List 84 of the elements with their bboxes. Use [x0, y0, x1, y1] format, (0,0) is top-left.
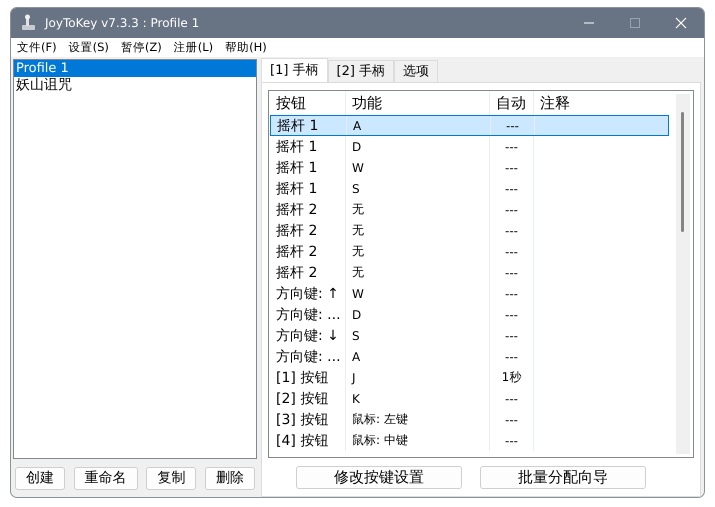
table-row[interactable]: 摇杆 1 S ---	[270, 178, 669, 199]
table-cell: 1秒	[489, 367, 533, 388]
table-cell: D	[345, 136, 489, 157]
action-button[interactable]: 批量分配向导	[480, 466, 646, 489]
table-cell: ---	[489, 220, 533, 241]
menu-item[interactable]: 文件(F)	[17, 40, 57, 55]
table-cell: 无	[345, 199, 489, 220]
table-cell-text: 摇杆 1	[275, 180, 318, 198]
table-row[interactable]: 方向键: ... A ---	[270, 346, 669, 367]
table-cell: 鼠标: 中键	[345, 430, 489, 451]
table-row[interactable]: 摇杆 2 无 ---	[270, 220, 669, 241]
profile-button[interactable]: 删除	[204, 466, 255, 490]
column-header[interactable]: 按钮	[270, 91, 345, 115]
table-cell: W	[345, 283, 489, 304]
table-cell: 无	[345, 241, 489, 262]
scrollbar[interactable]	[676, 94, 690, 454]
table-cell-text: 摇杆 2	[275, 222, 318, 240]
table-cell: S	[345, 325, 489, 346]
menu-item[interactable]: 注册(L)	[174, 40, 214, 55]
table-cell: D	[345, 304, 489, 325]
table-cell: ---	[489, 178, 533, 199]
table-cell: A	[346, 116, 490, 135]
tab[interactable]: [2] 手柄	[328, 60, 394, 82]
table-cell: 无	[345, 220, 489, 241]
table-cell: A	[345, 346, 489, 367]
menu-item[interactable]: 设置(S)	[68, 40, 109, 55]
table-cell: ---	[489, 409, 533, 430]
table-cell-text: [1] 按钮	[275, 368, 330, 388]
table-cell: ---	[489, 262, 533, 283]
joystick-icon	[19, 14, 37, 32]
table-cell-text: 摇杆 2	[275, 200, 318, 220]
table-row[interactable]: 摇杆 1 A ---	[270, 115, 669, 136]
table-cell: J	[345, 367, 489, 388]
table-cell-text: 方向键: ↓	[275, 326, 340, 346]
table-cell: ---	[489, 136, 533, 157]
table-cell: K	[345, 388, 489, 409]
table-cell: ---	[489, 199, 533, 220]
table-row[interactable]: 方向键: ↑ W ---	[270, 283, 669, 304]
table-cell: ---	[489, 241, 533, 262]
table-row[interactable]: 方向键: ... D ---	[270, 304, 669, 325]
table-cell: ---	[489, 430, 533, 451]
table-cell-text: 摇杆 2	[275, 242, 318, 262]
action-button[interactable]: 修改按键设置	[296, 466, 462, 489]
profile-item[interactable]: 妖山诅咒	[14, 77, 256, 94]
table-row[interactable]: [2] 按钮 K ---	[270, 388, 669, 409]
table-cell-text: 摇杆 1	[276, 116, 320, 135]
table-cell: S	[345, 178, 489, 199]
table-cell-text: [4] 按钮	[275, 432, 330, 450]
table-cell-text: 方向键: ...	[275, 348, 342, 366]
tab[interactable]: 选项	[394, 60, 438, 82]
table-row[interactable]: 摇杆 1 W ---	[270, 157, 669, 178]
table-cell-text: [3] 按钮	[275, 410, 330, 430]
menu-item[interactable]: 帮助(H)	[225, 40, 267, 55]
table-cell: ---	[489, 157, 533, 178]
table-row[interactable]: 摇杆 2 无 ---	[270, 262, 669, 283]
table-cell-text: 摇杆 1	[275, 158, 318, 178]
table-cell: 鼠标: 左键	[345, 409, 489, 430]
profile-button[interactable]: 复制	[146, 466, 196, 490]
profile-button[interactable]: 重命名	[74, 466, 138, 490]
table-cell-text: 方向键: ↑	[275, 284, 340, 304]
table-cell-text: 方向键: ...	[275, 306, 342, 324]
table-row[interactable]: [4] 按钮 鼠标: 中键 ---	[270, 430, 669, 451]
table-row[interactable]: 摇杆 2 无 ---	[270, 199, 669, 220]
table-row[interactable]: [1] 按钮 J 1秒	[270, 367, 669, 388]
table-cell-text: [2] 按钮	[275, 390, 330, 408]
table-cell: ---	[489, 304, 533, 325]
profile-item[interactable]: Profile 1	[14, 60, 256, 77]
profile-button[interactable]: 创建	[15, 466, 65, 490]
tab[interactable]: [1] 手柄	[261, 58, 328, 82]
table-cell: ---	[489, 325, 533, 346]
table-cell: ---	[489, 283, 533, 304]
table-row[interactable]: 方向键: ↓ S ---	[270, 325, 669, 346]
table-cell: ---	[489, 346, 533, 367]
table-cell: W	[345, 157, 489, 178]
table-row[interactable]: 摇杆 2 无 ---	[270, 241, 669, 262]
table-cell: ---	[490, 116, 534, 135]
table-cell: ---	[489, 388, 533, 409]
window-title: JoyToKey v7.3.3 : Profile 1	[45, 16, 200, 30]
table-row[interactable]: [3] 按钮 鼠标: 左键 ---	[270, 409, 669, 430]
table-cell: 无	[345, 262, 489, 283]
table-row[interactable]: 摇杆 1 D ---	[270, 136, 669, 157]
table-cell-text: 摇杆 1	[275, 138, 318, 156]
table-cell-text: 摇杆 2	[275, 264, 318, 282]
menu-item[interactable]: 暂停(Z)	[120, 40, 162, 55]
